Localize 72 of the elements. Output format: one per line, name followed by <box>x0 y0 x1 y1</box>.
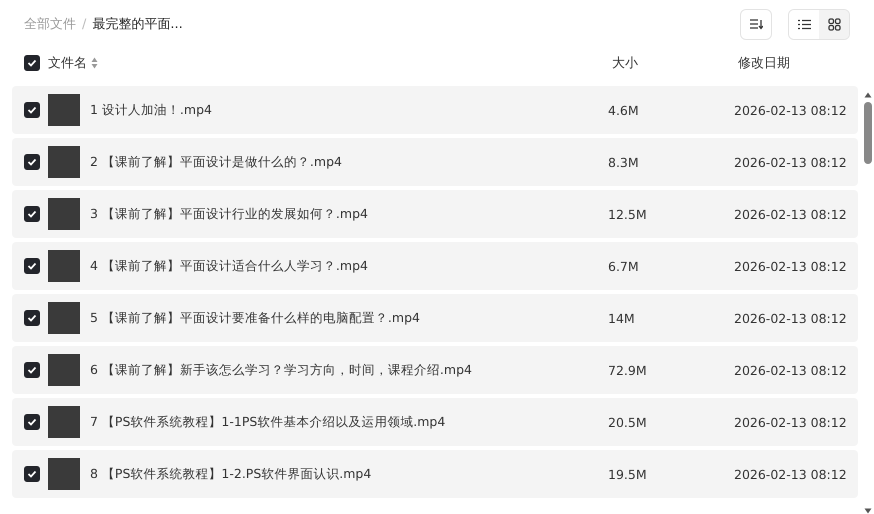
check-icon <box>27 158 37 166</box>
check-icon <box>27 470 37 478</box>
sort-button[interactable] <box>740 8 772 40</box>
check-icon <box>27 262 37 270</box>
list-view-button[interactable] <box>789 10 819 38</box>
file-size: 20.5M <box>608 414 648 430</box>
file-name: 8 【PS软件系统教程】1-2.PS软件界面认识.mp4 <box>90 466 372 482</box>
breadcrumb-separator: / <box>82 16 86 32</box>
file-name: 2 【课前了解】平面设计是做什么的？.mp4 <box>90 154 343 170</box>
row-checkbox[interactable] <box>24 102 40 118</box>
file-row[interactable]: 1 设计人加油！.mp4 4.6M 2026-02-13 08:12 <box>12 86 858 134</box>
file-size: 6.7M <box>608 258 640 274</box>
file-row[interactable]: 6 【课前了解】新手该怎么学习？学习方向，时间，课程介绍.mp4 72.9M 2026-02-13 08:12 <box>12 346 858 394</box>
modified-date: 2026-02-13 08:12 <box>734 466 848 482</box>
check-icon <box>27 314 37 322</box>
file-row[interactable]: 7 【PS软件系统教程】1-1PS软件基本介绍以及运用领域.mp4 20.5M 2026-02-13 08:12 <box>12 398 858 446</box>
size-column-header: 大小 <box>612 55 639 72</box>
row-checkbox[interactable] <box>24 414 40 430</box>
video-thumbnail <box>48 94 80 126</box>
file-name: 6 【课前了解】新手该怎么学习？学习方向，时间，课程介绍.mp4 <box>90 362 473 378</box>
modified-date: 2026-02-13 08:12 <box>734 206 848 222</box>
file-name: 7 【PS软件系统教程】1-1PS软件基本介绍以及运用领域.mp4 <box>90 414 446 430</box>
row-checkbox[interactable] <box>24 206 40 222</box>
file-row[interactable]: 4 【课前了解】平面设计适合什么人学习？.mp4 6.7M 2026-02-13 08:12 <box>12 242 858 290</box>
modified-date: 2026-02-13 08:12 <box>734 310 848 326</box>
row-checkbox[interactable] <box>24 362 40 378</box>
row-checkbox[interactable] <box>24 466 40 482</box>
video-thumbnail <box>48 458 80 490</box>
scrollbar-thumb[interactable] <box>864 102 872 164</box>
sort-icon[interactable] <box>91 57 98 69</box>
file-size: 72.9M <box>608 362 648 378</box>
video-thumbnail <box>48 198 80 230</box>
file-row[interactable]: 2 【课前了解】平面设计是做什么的？.mp4 8.3M 2026-02-13 08:12 <box>12 138 858 186</box>
video-thumbnail <box>48 354 80 386</box>
grid-icon <box>828 18 840 30</box>
list-icon <box>798 18 810 30</box>
scroll-up-icon[interactable] <box>864 92 872 98</box>
file-row[interactable]: 3 【课前了解】平面设计行业的发展如何？.mp4 12.5M 2026-02-13 08:12 <box>12 190 858 238</box>
file-row[interactable]: 8 【PS软件系统教程】1-2.PS软件界面认识.mp4 19.5M 2026-02-13 08:12 <box>12 450 858 498</box>
row-checkbox[interactable] <box>24 258 40 274</box>
video-thumbnail <box>48 146 80 178</box>
file-name: 1 设计人加油！.mp4 <box>90 102 213 118</box>
select-all-checkbox[interactable] <box>24 55 40 71</box>
check-icon <box>27 366 37 374</box>
breadcrumb-item: 最完整的平面... <box>92 16 183 33</box>
file-name: 5 【课前了解】平面设计要准备什么样的电脑配置？.mp4 <box>90 310 421 326</box>
file-size: 4.6M <box>608 102 640 118</box>
file-size: 8.3M <box>608 154 640 170</box>
check-icon <box>27 59 37 67</box>
video-thumbnail <box>48 250 80 282</box>
modified-date: 2026-02-13 08:12 <box>734 414 848 430</box>
video-thumbnail <box>48 302 80 334</box>
date-column-header: 修改日期 <box>738 55 791 72</box>
modified-date: 2026-02-13 08:12 <box>734 258 848 274</box>
name-column-header[interactable]: 文件名 <box>48 54 87 72</box>
file-size: 14M <box>608 310 636 326</box>
modified-date: 2026-02-13 08:12 <box>734 154 848 170</box>
scroll-down-icon[interactable] <box>864 508 872 514</box>
modified-date: 2026-02-13 08:12 <box>734 102 848 118</box>
modified-date: 2026-02-13 08:12 <box>734 362 848 378</box>
row-checkbox[interactable] <box>24 154 40 170</box>
file-size: 12.5M <box>608 206 648 222</box>
check-icon <box>27 106 37 114</box>
row-checkbox[interactable] <box>24 310 40 326</box>
video-thumbnail <box>48 406 80 438</box>
sort-order-icon <box>749 18 763 30</box>
file-name: 4 【课前了解】平面设计适合什么人学习？.mp4 <box>90 258 369 274</box>
file-name: 3 【课前了解】平面设计行业的发展如何？.mp4 <box>90 206 369 222</box>
check-icon <box>27 418 37 426</box>
check-icon <box>27 210 37 218</box>
file-size: 19.5M <box>608 466 648 482</box>
file-row[interactable]: 5 【课前了解】平面设计要准备什么样的电脑配置？.mp4 14M 2026-02-13 08:12 <box>12 294 858 342</box>
